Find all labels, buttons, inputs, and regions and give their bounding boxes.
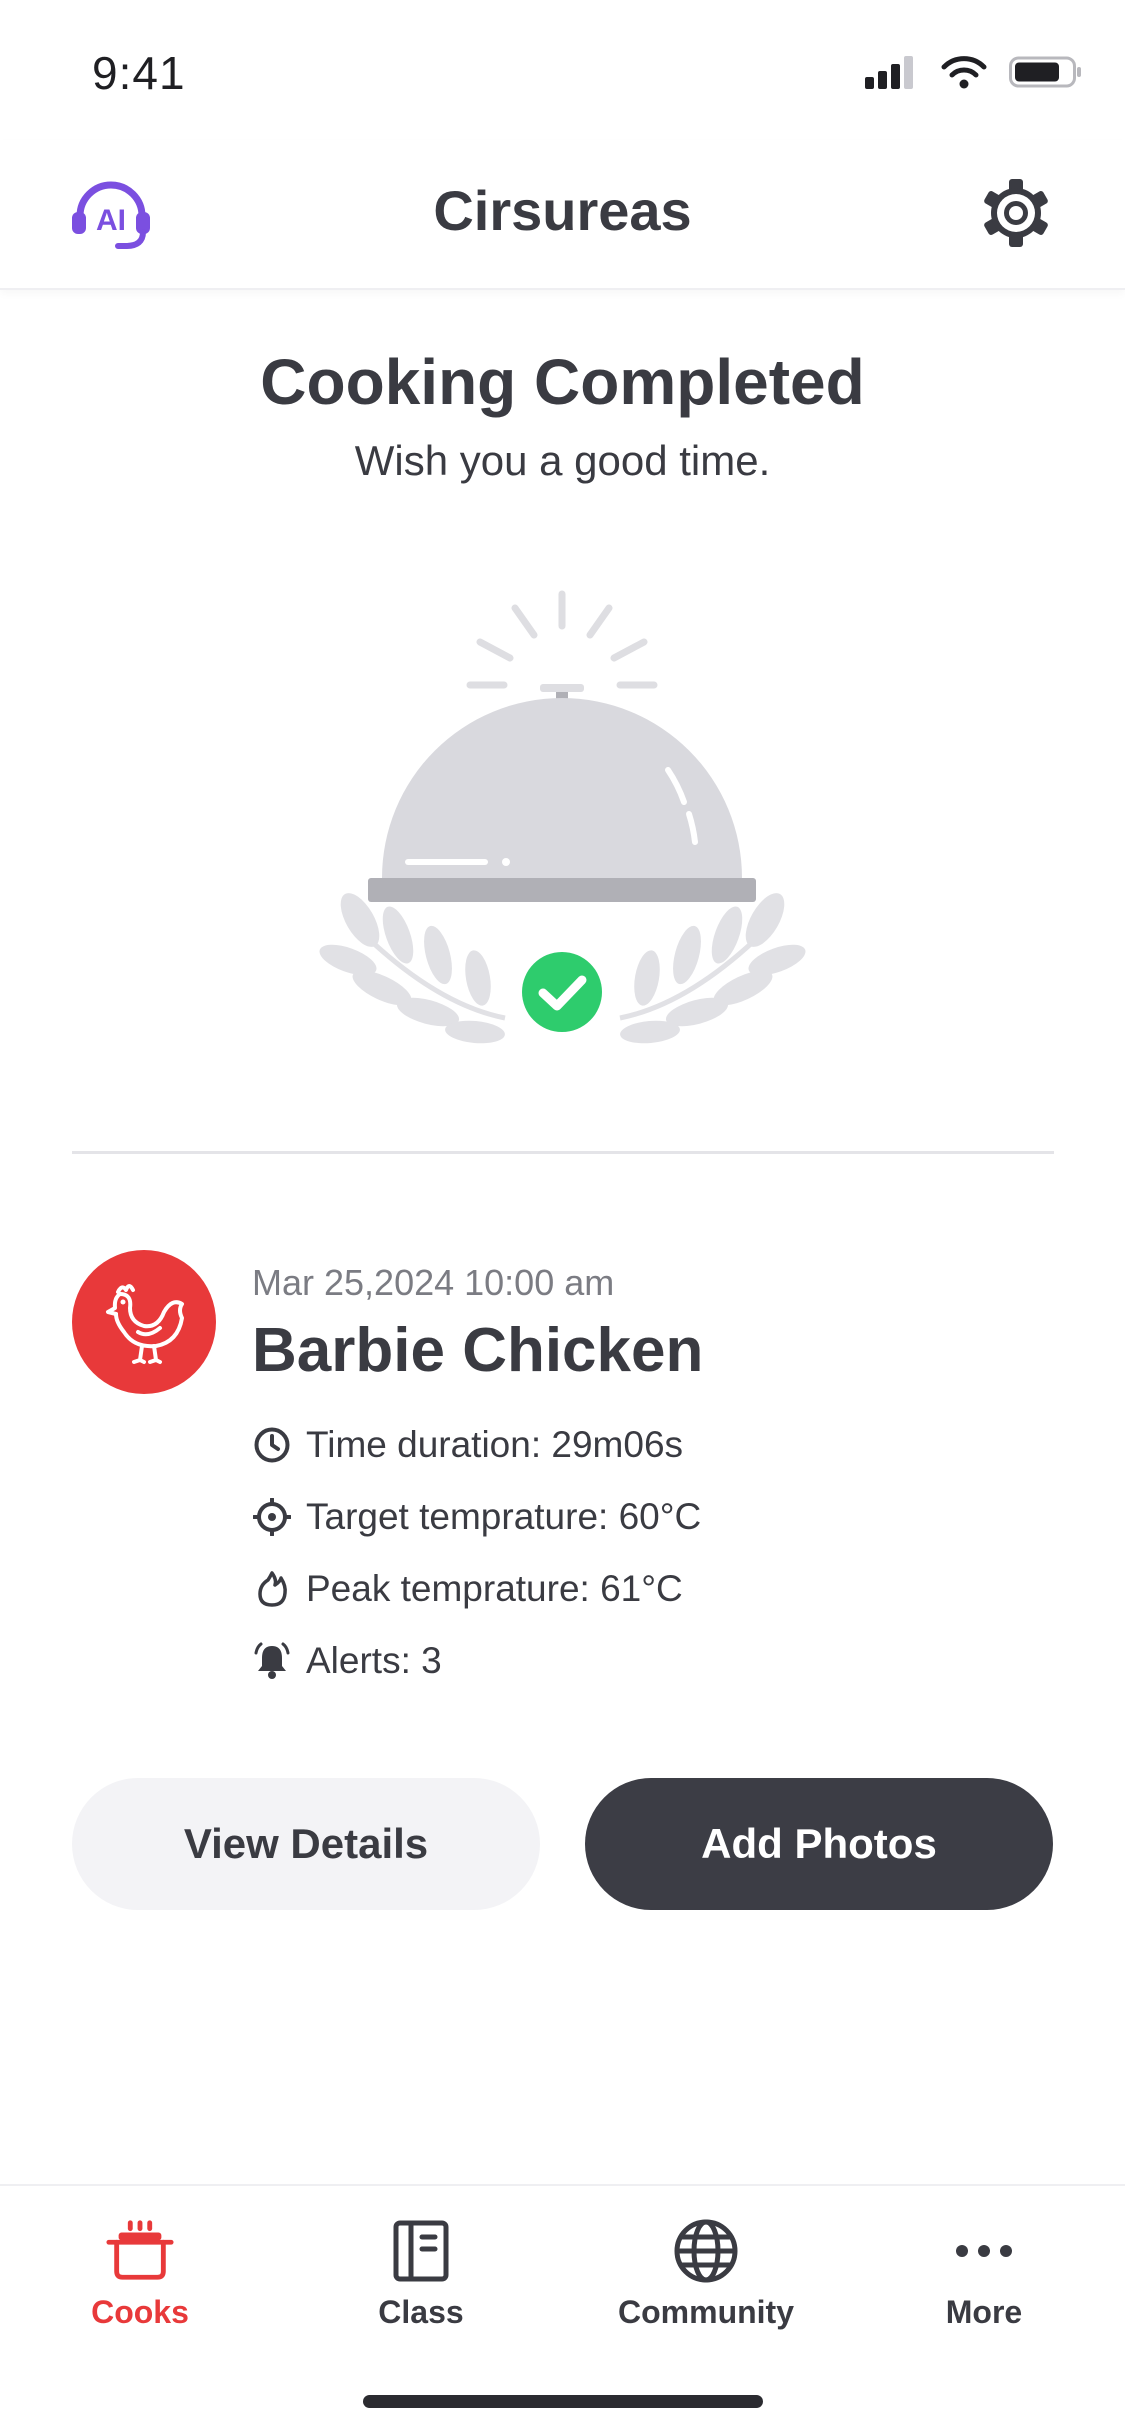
detail-text: Alerts: 3: [306, 1640, 442, 1681]
home-indicator: [363, 2395, 763, 2408]
add-photos-button[interactable]: Add Photos: [585, 1778, 1053, 1910]
cellular-signal-icon: [865, 56, 913, 89]
view-details-button[interactable]: View Details: [72, 1778, 540, 1910]
app-title: Cirsureas: [433, 179, 692, 242]
cook-avatar: [72, 1250, 216, 1394]
clock-icon: [252, 1425, 292, 1465]
tab-label: Cooks: [91, 2294, 189, 2330]
wifi-icon: [941, 56, 987, 89]
status-bar: 9:41: [0, 0, 1125, 140]
detail-alerts: Alerts: 3: [252, 1636, 442, 1686]
cook-date: Mar 25,2024 10:00 am: [252, 1262, 615, 1303]
bell-icon: [252, 1641, 292, 1681]
pot-icon: [105, 2216, 175, 2286]
detail-time-duration: Time duration: 29m06s: [252, 1420, 683, 1470]
completion-subtitle: Wish you a good time.: [354, 437, 771, 484]
cook-name: Barbie Chicken: [252, 1316, 704, 1385]
tab-label: More: [945, 2294, 1023, 2330]
tab-more[interactable]: More: [874, 2216, 1094, 2346]
detail-peak-temperature: Peak temprature: 61°C: [252, 1564, 683, 1614]
section-divider: [72, 1151, 1054, 1154]
gear-icon: [984, 179, 1048, 247]
status-icons: [865, 52, 1083, 92]
tab-label: Class: [378, 2294, 464, 2330]
detail-text: Peak temprature: 61°C: [306, 1568, 683, 1609]
battery-icon: [1009, 56, 1081, 88]
tab-class[interactable]: Class: [311, 2216, 531, 2346]
target-icon: [252, 1497, 292, 1537]
chicken-icon: [106, 1284, 184, 1364]
cloche-with-laurel-illustration: [319, 590, 806, 1044]
tab-label: Community: [618, 2294, 794, 2330]
detail-text: Target temprature: 60°C: [306, 1496, 702, 1537]
tab-community[interactable]: Community: [596, 2216, 816, 2346]
cloche-illustration: [290, 580, 835, 1060]
app-header: AI Cirsureas: [0, 140, 1125, 290]
globe-icon: [671, 2216, 741, 2286]
tab-cooks[interactable]: Cooks: [30, 2216, 250, 2346]
book-icon: [386, 2216, 456, 2286]
detail-text: Time duration: 29m06s: [306, 1424, 684, 1465]
more-dots-icon: [949, 2216, 1019, 2286]
settings-button[interactable]: [973, 170, 1059, 256]
detail-target-temperature: Target temprature: 60°C: [252, 1492, 701, 1542]
status-time: 9:41: [92, 47, 186, 99]
completion-title: Cooking Completed: [260, 346, 865, 418]
flame-icon: [252, 1569, 292, 1609]
